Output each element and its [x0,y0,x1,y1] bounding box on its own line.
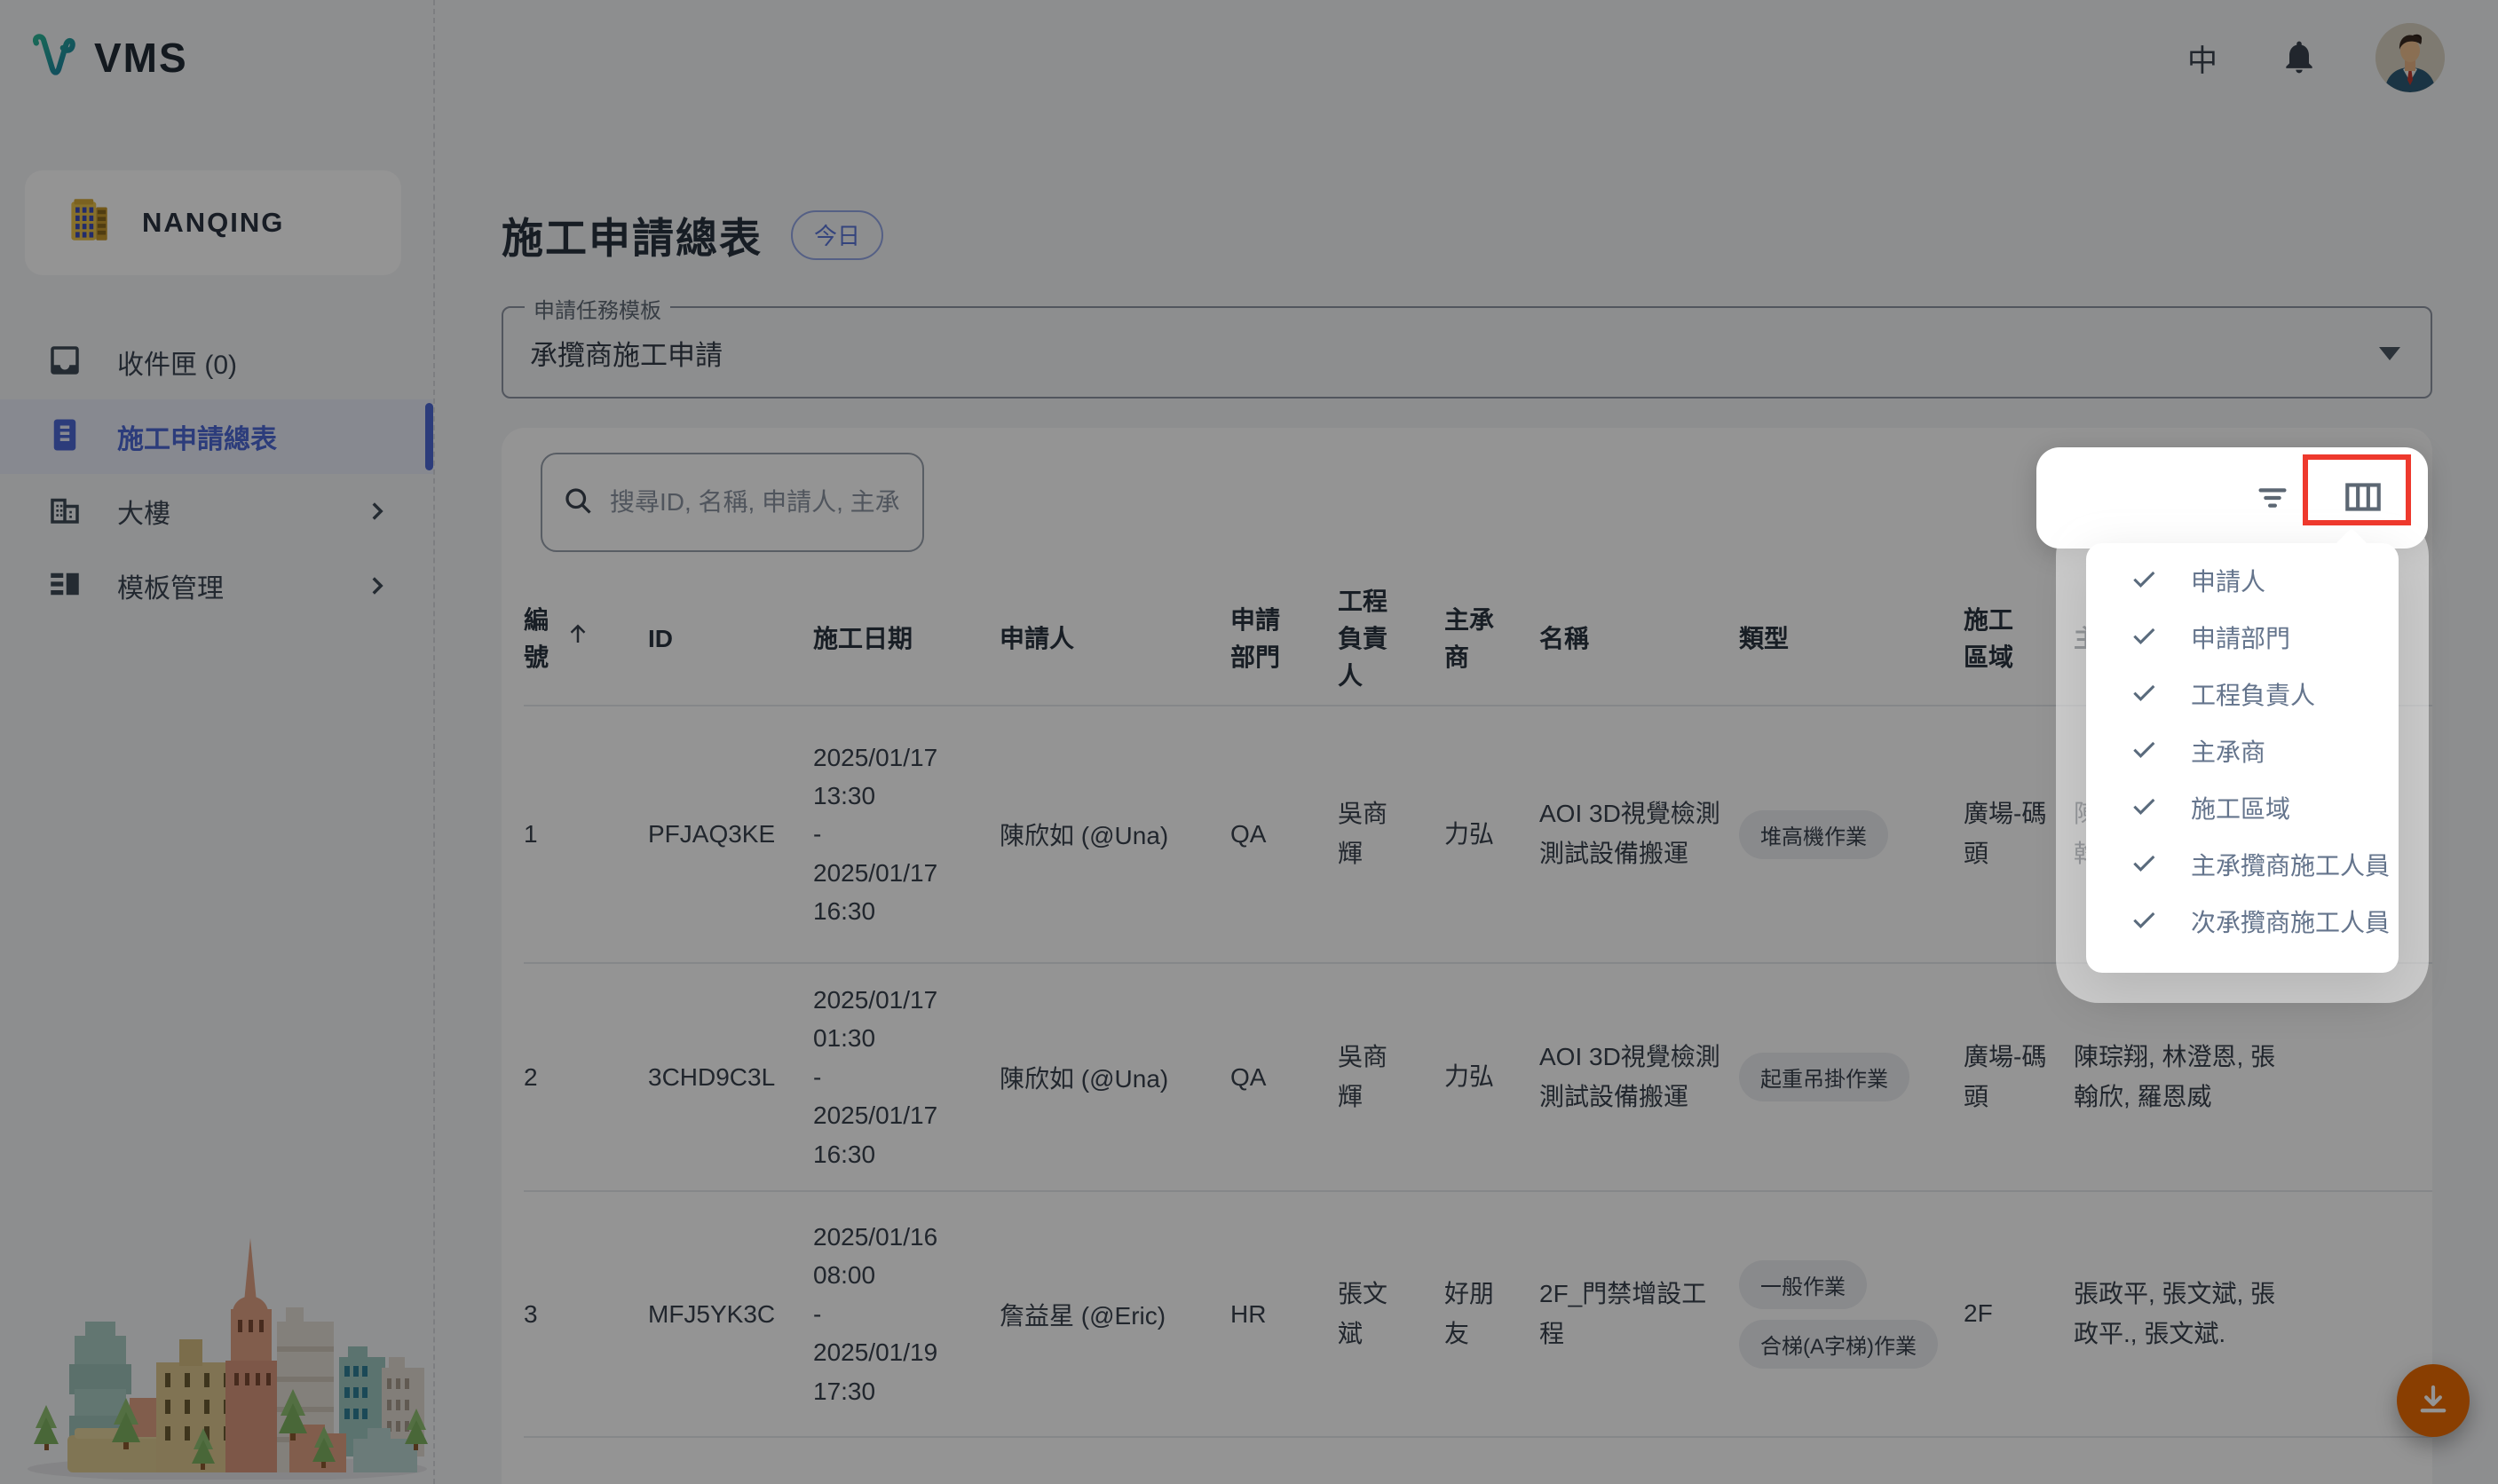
column-visibility-menu: 申請人 申請部門 工程負責人 主承商 施工區域 主承攬商施工人員 次承攬商施工人… [2086,543,2399,973]
check-icon [2129,904,2159,939]
menu-item-area[interactable]: 施工區域 [2086,779,2399,836]
check-icon [2129,677,2159,712]
menu-item-department[interactable]: 申請部門 [2086,609,2399,666]
menu-item-applicant[interactable]: 申請人 [2086,552,2399,609]
check-icon [2129,734,2159,769]
menu-item-main-contractor[interactable]: 主承商 [2086,722,2399,779]
annotation-highlight-box [2303,454,2411,525]
check-icon [2129,564,2159,598]
menu-item-main-workers[interactable]: 主承攬商施工人員 [2086,836,2399,893]
filter-list-icon [2252,477,2293,520]
menu-item-sub-workers[interactable]: 次承攬商施工人員 [2086,893,2399,950]
check-icon [2129,620,2159,655]
check-icon [2129,791,2159,825]
app-screen: VMS 中 [0,0,2498,1484]
filter-button[interactable] [2252,477,2293,520]
check-icon [2129,848,2159,882]
menu-item-engineer[interactable]: 工程負責人 [2086,666,2399,722]
